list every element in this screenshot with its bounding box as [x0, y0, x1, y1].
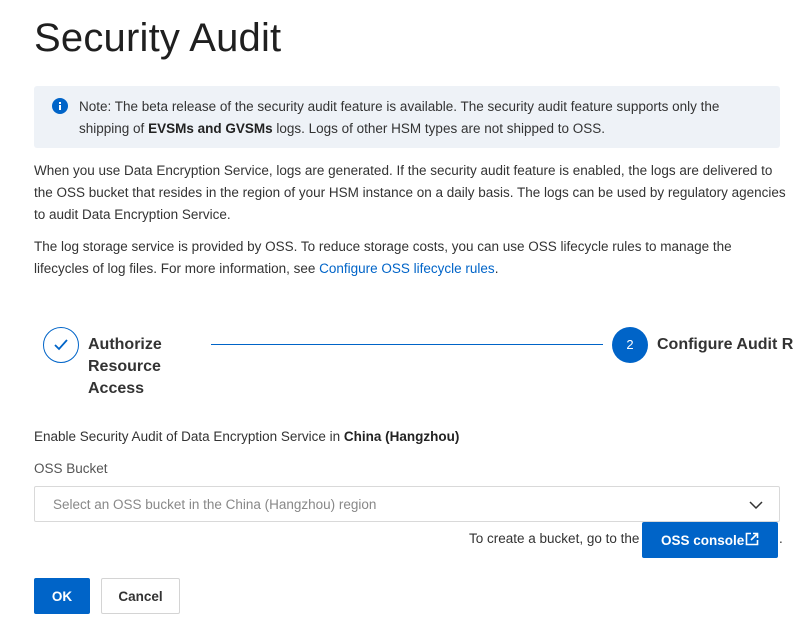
step-1-label: Authorize Resource Access	[88, 336, 162, 397]
oss-console-button-label: OSS console	[661, 533, 745, 548]
cancel-button[interactable]: Cancel	[101, 578, 180, 614]
region-statement: Enable Security Audit of Data Encryption…	[34, 429, 459, 444]
step-connector	[211, 344, 603, 345]
description-paragraph: When you use Data Encryption Service, lo…	[34, 163, 786, 222]
storage-paragraph-end: .	[494, 261, 499, 276]
ok-button[interactable]: OK	[34, 578, 90, 614]
oss-console-button[interactable]: OSS console	[642, 522, 778, 558]
hint-period: .	[779, 531, 783, 546]
check-icon	[54, 339, 68, 351]
note-text-suffix: logs. Logs of other HSM types are not sh…	[272, 121, 606, 136]
step-2-circle: 2	[612, 327, 648, 363]
region-name: China (Hangzhou)	[343, 429, 460, 444]
steps-indicator: Authorize Resource Access 2 Configure Au…	[0, 326, 794, 406]
create-bucket-hint: To create a bucket, go to the	[469, 531, 640, 546]
storage-paragraph: The log storage service is provided by O…	[34, 236, 786, 280]
step-1-circle	[43, 327, 79, 363]
chevron-down-icon	[749, 498, 763, 512]
oss-bucket-select[interactable]: Select an OSS bucket in the China (Hangz…	[34, 486, 780, 522]
oss-bucket-label: OSS Bucket	[34, 461, 108, 476]
external-link-icon	[745, 532, 759, 546]
note-text: Note: The beta release of the security a…	[79, 96, 769, 140]
step-2-label: Configure Audit Rule	[657, 336, 794, 353]
info-icon	[52, 98, 68, 114]
configure-lifecycle-rules-link[interactable]: Configure OSS lifecycle rules	[319, 261, 495, 276]
note-text-bold: EVSMs and GVSMs	[148, 121, 273, 136]
page-title: Security Audit	[34, 16, 282, 60]
region-statement-text: Enable Security Audit of Data Encryption…	[34, 429, 344, 444]
note-banner: Note: The beta release of the security a…	[34, 86, 780, 148]
oss-bucket-placeholder: Select an OSS bucket in the China (Hangz…	[53, 497, 377, 512]
